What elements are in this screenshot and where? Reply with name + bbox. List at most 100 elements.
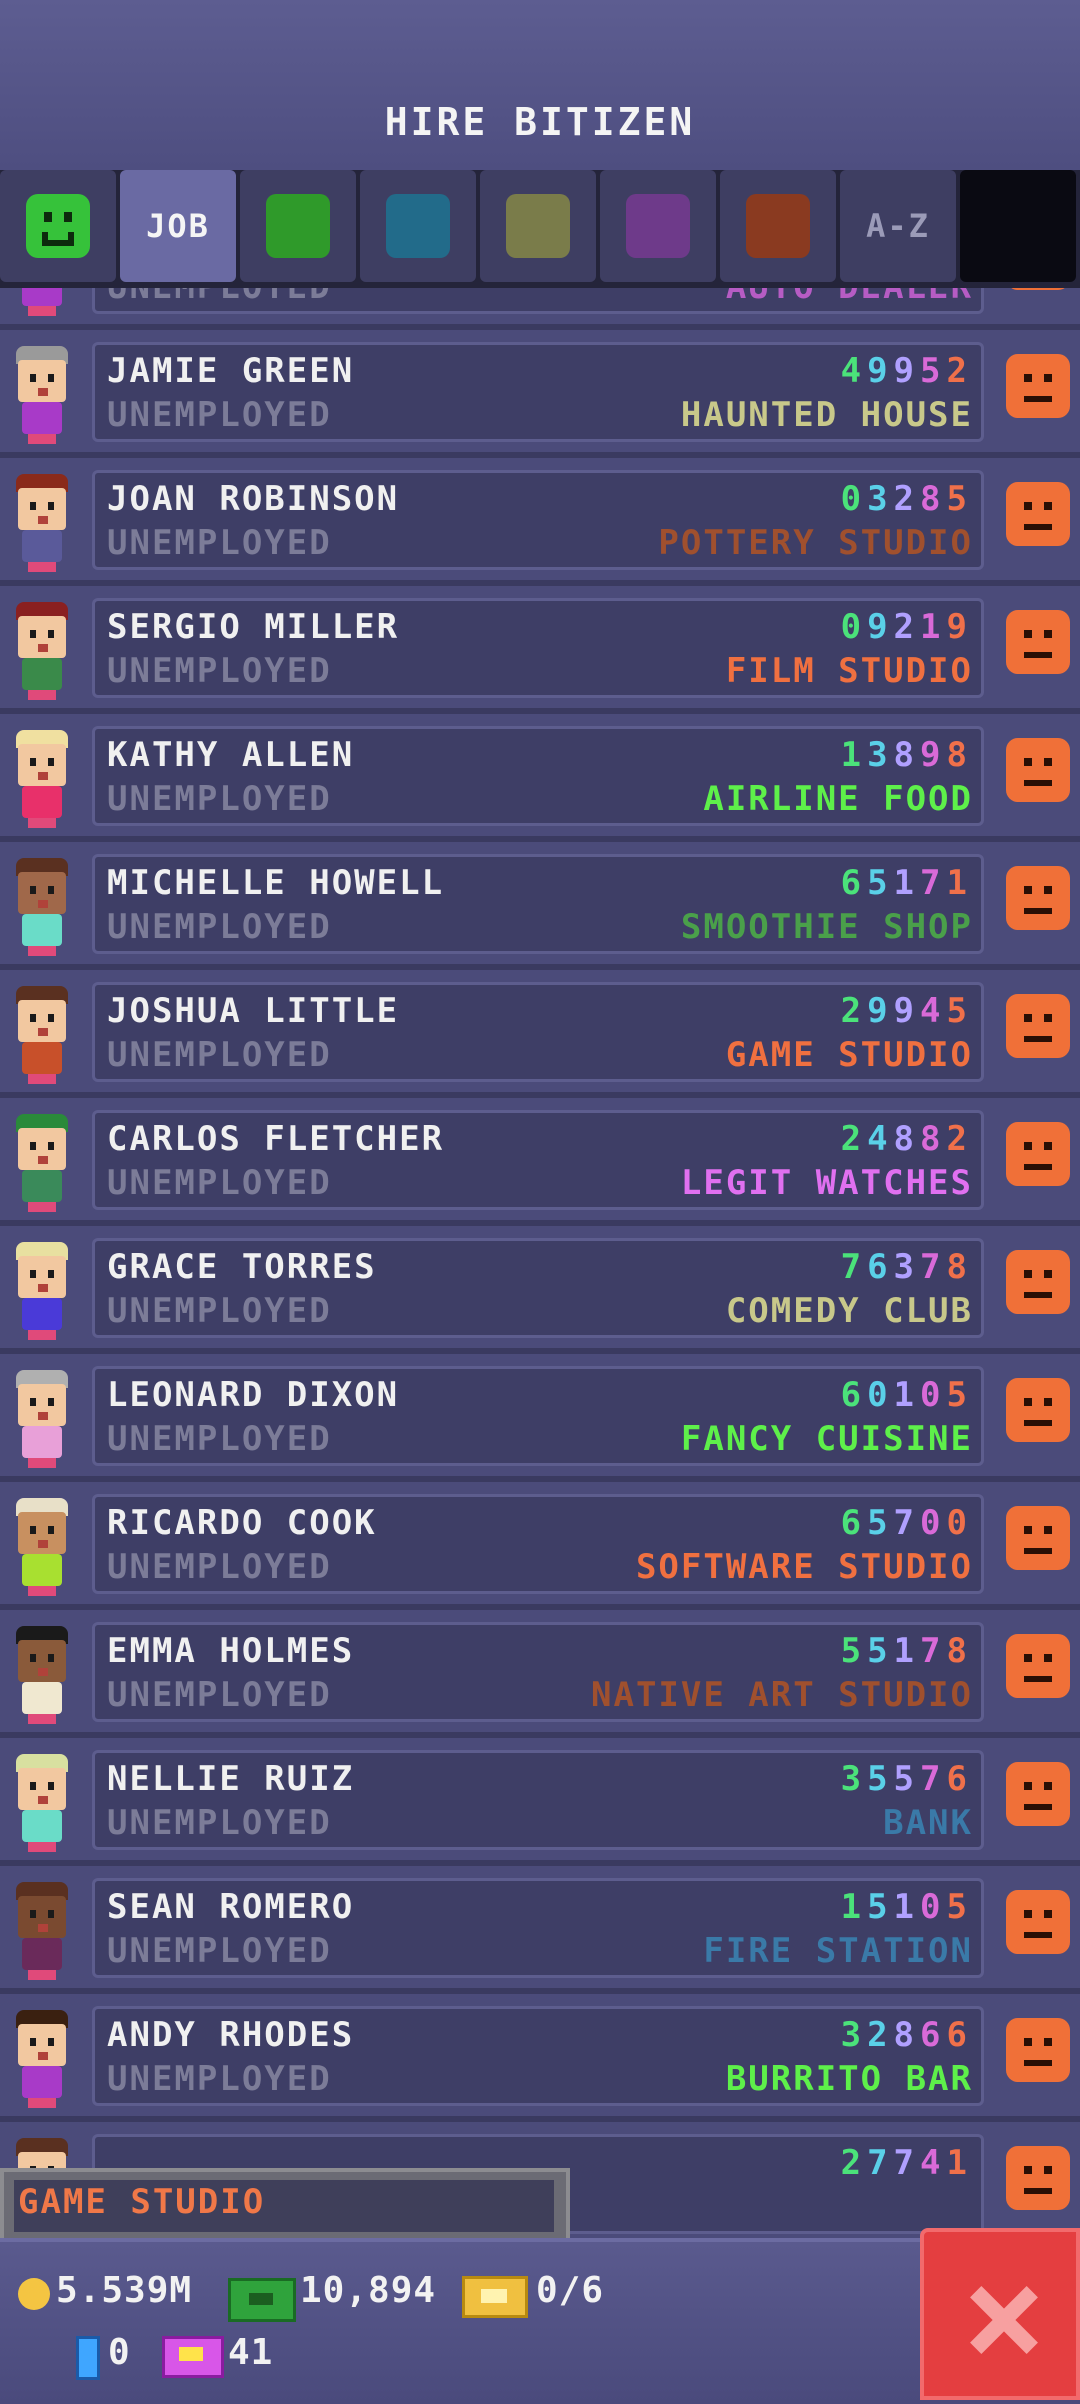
dream-job: AUTO DEALER [726, 288, 973, 307]
bitizen-card[interactable]: NORMA HUDSONUNEMPLOYED50364AUTO DEALER [92, 288, 984, 314]
bitizen-name: JOSHUA LITTLE [107, 991, 400, 1031]
bitizen-name: GRACE TORRES [107, 1247, 377, 1287]
dream-job: SMOOTHIE SHOP [680, 907, 973, 947]
skill-digit: 6 [840, 1375, 868, 1415]
bitizen-card[interactable]: SERGIO MILLER UNEMPLOYED 09219 FILM STUDIO [92, 598, 984, 698]
skill-digit: 9 [867, 607, 894, 647]
skill-digit: 7 [920, 1631, 947, 1671]
bitizen-row[interactable]: MICHELLE HOWELL UNEMPLOYED 65171 SMOOTHIE S… [0, 842, 1080, 970]
bitizen-row[interactable]: LEONARD DIXON UNEMPLOYED 60105 FANCY CUISIN… [0, 1354, 1080, 1482]
bitizen-name: CARLOS FLETCHER [107, 1119, 445, 1159]
tab-mood[interactable] [0, 170, 116, 282]
bitizen-status: UNEMPLOYED [107, 907, 332, 947]
bitizen-card[interactable]: NELLIE RUIZ UNEMPLOYED 35576 BANK [92, 1750, 984, 1850]
purple-square-icon [626, 194, 690, 258]
bitizen-avatar [10, 598, 74, 702]
bitizen-row[interactable]: JAMIE GREEN UNEMPLOYED 49952 HAUNTED HOUSE [0, 330, 1080, 458]
tickets-value: 0/6 [536, 2270, 605, 2311]
bitizen-avatar [10, 2006, 74, 2110]
unhappy-face-icon [1006, 1250, 1070, 1314]
bitizen-card[interactable]: EMMA HOLMES UNEMPLOYED 55178 NATIVE ART STU… [92, 1622, 984, 1722]
skill-digit: 1 [893, 863, 921, 903]
selected-job-panel[interactable]: GAME STUDIO [0, 2168, 570, 2242]
bitizen-row[interactable]: NELLIE RUIZ UNEMPLOYED 35576 BANK [0, 1738, 1080, 1866]
tab-category-purple[interactable] [600, 170, 716, 282]
skill-digit: 2 [893, 607, 921, 647]
bitizen-skill-digits: 60105 [841, 1375, 973, 1415]
bitizen-name: RICARDO COOK [107, 1503, 377, 1543]
skill-digit: 7 [920, 1247, 947, 1287]
skill-digit: 9 [867, 351, 894, 391]
skill-digit: 6 [946, 2015, 973, 2055]
skill-digit: 5 [920, 351, 947, 391]
tab-job[interactable]: JOB [120, 170, 236, 282]
skill-digit: 5 [867, 1887, 894, 1927]
bitizen-avatar [10, 1366, 74, 1470]
tab-a-z-label: A-Z [866, 207, 930, 245]
bitizen-name: MICHELLE HOWELL [107, 863, 445, 903]
skill-digit: 8 [893, 2015, 921, 2055]
bitizen-card[interactable]: CARLOS FLETCHER UNEMPLOYED 24882 LEGIT WATC… [92, 1110, 984, 1210]
bitizen-row[interactable]: JOAN ROBINSON UNEMPLOYED 03285 POTTERY STUD… [0, 458, 1080, 586]
unhappy-face-icon [1006, 1890, 1070, 1954]
bitizen-row[interactable]: CARLOS FLETCHER UNEMPLOYED 24882 LEGIT WATC… [0, 1098, 1080, 1226]
bitizen-card[interactable]: JOSHUA LITTLE UNEMPLOYED 29945 GAME STUDIO [92, 982, 984, 1082]
bitizen-row[interactable]: NORMA HUDSONUNEMPLOYED50364AUTO DEALER [0, 288, 1080, 330]
bitizen-card[interactable]: KATHY ALLEN UNEMPLOYED 13898 AIRLINE FOOD [92, 726, 984, 826]
dream-job: POTTERY STUDIO [658, 523, 973, 563]
skill-digit: 9 [893, 991, 921, 1031]
bitizen-avatar [10, 342, 74, 446]
bitizen-row[interactable]: ANDY RHODES UNEMPLOYED 32866 BURRITO BAR [0, 1994, 1080, 2122]
bitizen-card[interactable]: JAMIE GREEN UNEMPLOYED 49952 HAUNTED HOUSE [92, 342, 984, 442]
bitizen-card[interactable]: SEAN ROMERO UNEMPLOYED 15105 FIRE STATION [92, 1878, 984, 1978]
bitizen-avatar [10, 1622, 74, 1726]
bitizen-card[interactable]: MICHELLE HOWELL UNEMPLOYED 65171 SMOOTHIE S… [92, 854, 984, 954]
skill-digit: 0 [920, 1887, 947, 1927]
skill-digit: 2 [840, 1119, 868, 1159]
bitizen-status: UNEMPLOYED [107, 1547, 332, 1587]
skill-digit: 1 [840, 1887, 868, 1927]
bitizen-row[interactable]: RICARDO COOK UNEMPLOYED 65700 SOFTWARE STUD… [0, 1482, 1080, 1610]
skill-digit: 8 [946, 1631, 973, 1671]
bitizen-card[interactable]: GRACE TORRES UNEMPLOYED 76378 COMEDY CLUB [92, 1238, 984, 1338]
tab-category-blue[interactable] [360, 170, 476, 282]
unhappy-face-icon [1006, 2146, 1070, 2210]
skill-digit: 3 [840, 1759, 868, 1799]
tab-category-brown[interactable] [720, 170, 836, 282]
gems-value: 0 [108, 2332, 131, 2373]
green-square-icon [266, 194, 330, 258]
bitizen-avatar [10, 1878, 74, 1982]
bitizen-card[interactable]: RICARDO COOK UNEMPLOYED 65700 SOFTWARE STUD… [92, 1494, 984, 1594]
bitizen-row[interactable]: SEAN ROMERO UNEMPLOYED 15105 FIRE STATION [0, 1866, 1080, 1994]
bitizen-name: SERGIO MILLER [107, 607, 400, 647]
bitizen-row[interactable]: GRACE TORRES UNEMPLOYED 76378 COMEDY CLUB [0, 1226, 1080, 1354]
skill-digit: 5 [946, 991, 973, 1031]
tab-category-green[interactable] [240, 170, 356, 282]
tab-a-z[interactable]: A-Z [840, 170, 956, 282]
skill-digit: 4 [867, 1119, 894, 1159]
bitizen-status: UNEMPLOYED [107, 1163, 332, 1203]
tab-category-olive[interactable] [480, 170, 596, 282]
skill-digit: 3 [893, 1247, 921, 1287]
skill-digit: 1 [920, 607, 947, 647]
filter-tabs: JOB A-Z [0, 170, 1080, 288]
skill-digit: 2 [840, 991, 868, 1031]
unhappy-face-icon [1006, 994, 1070, 1058]
bitizen-row[interactable]: EMMA HOLMES UNEMPLOYED 55178 NATIVE ART STU… [0, 1610, 1080, 1738]
green-smiley-icon [26, 194, 90, 258]
bitizen-name: ANDY RHODES [107, 2015, 355, 2055]
close-button[interactable] [920, 2228, 1080, 2400]
skill-digit: 3 [867, 735, 894, 775]
bitizen-card[interactable]: JOAN ROBINSON UNEMPLOYED 03285 POTTERY STUD… [92, 470, 984, 570]
bitizen-row[interactable]: JOSHUA LITTLE UNEMPLOYED 29945 GAME STUDIO [0, 970, 1080, 1098]
bitizen-card[interactable]: ANDY RHODES UNEMPLOYED 32866 BURRITO BAR [92, 2006, 984, 2106]
bitizen-row[interactable]: SERGIO MILLER UNEMPLOYED 09219 FILM STUDIO [0, 586, 1080, 714]
dream-job: FIRE STATION [703, 1931, 973, 1971]
skill-digit: 8 [920, 1119, 947, 1159]
bitizen-list[interactable]: NORMA HUDSONUNEMPLOYED50364AUTO DEALER JA… [0, 288, 1080, 2238]
bitizen-row[interactable]: KATHY ALLEN UNEMPLOYED 13898 AIRLINE FOOD [0, 714, 1080, 842]
skill-digit: 7 [867, 2143, 894, 2183]
bitizen-card[interactable]: LEONARD DIXON UNEMPLOYED 60105 FANCY CUISIN… [92, 1366, 984, 1466]
bitizen-avatar [10, 470, 74, 574]
dream-job: BANK [883, 1803, 973, 1843]
